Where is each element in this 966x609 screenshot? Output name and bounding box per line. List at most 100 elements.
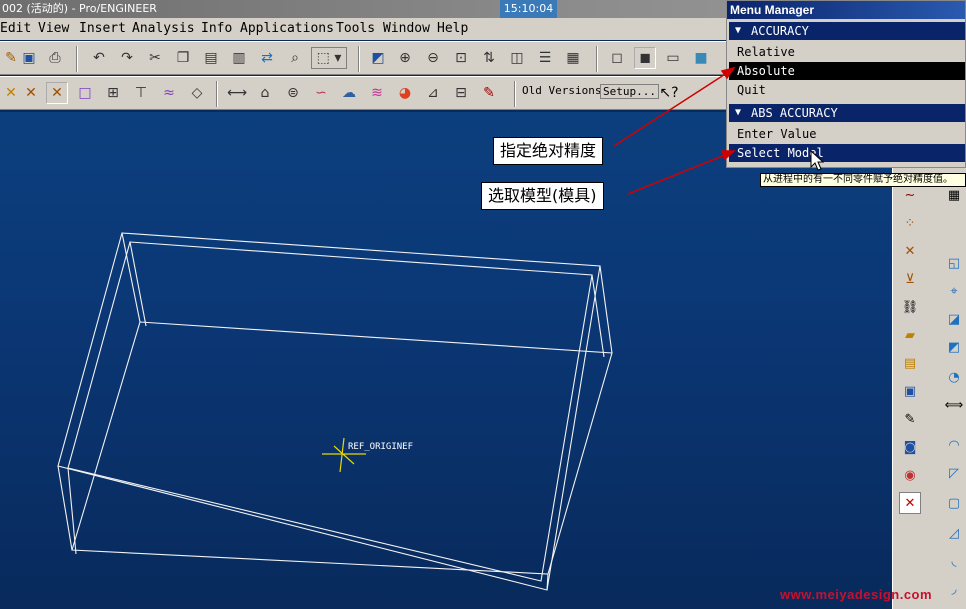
rib-icon[interactable]: ◟ — [943, 550, 965, 572]
old-versions-button[interactable]: Old Versions — [522, 84, 601, 97]
open-folder-icon[interactable]: ▰ — [899, 324, 921, 346]
find-icon[interactable]: ⌕ — [284, 47, 306, 69]
save-icon[interactable]: ▣ — [18, 47, 40, 69]
no-hidden-icon[interactable]: ▭ — [662, 47, 684, 69]
curve-icon[interactable]: ≈ — [158, 82, 180, 104]
collapse-triangle-icon: ▼ — [735, 25, 742, 36]
menu-manager: Menu Manager ▼ ACCURACY Relative Absolut… — [726, 0, 966, 168]
datum-csys-tool-icon[interactable]: ✕ — [899, 240, 921, 262]
datum-label: REF_ORIGINEF — [348, 442, 414, 452]
reflection-icon[interactable]: ✎ — [478, 82, 500, 104]
plane-icon[interactable]: ⊞ — [102, 82, 124, 104]
menu-window[interactable]: Window — [383, 21, 430, 36]
accuracy-header-label: ACCURACY — [751, 24, 809, 38]
datum-display-icon[interactable]: ✕ — [46, 82, 68, 104]
toolbar-divider — [358, 46, 360, 72]
dimension-icon[interactable]: ⟺ — [943, 394, 965, 416]
undo-icon[interactable]: ↶ — [88, 47, 110, 69]
menu-info[interactable]: Info — [201, 21, 232, 36]
redo-icon[interactable]: ↷ — [116, 47, 138, 69]
save-copy-icon[interactable]: ▣ — [899, 380, 921, 402]
window-title: 002 (活动的) - Pro/ENGINEER — [2, 2, 157, 15]
menu-item-quit[interactable]: Quit — [729, 81, 965, 99]
menu-view[interactable]: View — [38, 21, 69, 36]
saved-views-icon[interactable]: ◫ — [506, 47, 528, 69]
menu-manager-title: Menu Manager — [727, 1, 965, 19]
offset-csys-icon[interactable]: ⊻ — [899, 268, 921, 290]
wireframe-icon[interactable]: ◻ — [606, 47, 628, 69]
round-icon[interactable]: ◠ — [943, 434, 965, 456]
assemble-icon[interactable]: ▤ — [899, 352, 921, 374]
shell-icon[interactable]: ▢ — [943, 492, 965, 514]
slope-icon[interactable]: ⊿ — [422, 82, 444, 104]
menu-item-relative[interactable]: Relative — [729, 43, 965, 61]
color-icon[interactable]: ◉ — [899, 464, 921, 486]
split-icon[interactable]: ⌖ — [943, 280, 965, 302]
model-analysis-icon[interactable]: ⌂ — [254, 82, 276, 104]
edit-icon[interactable]: ✎ — [899, 408, 921, 430]
draft-analysis-icon[interactable]: ◕ — [394, 82, 416, 104]
graphics-window[interactable]: REF_ORIGINEF — [0, 112, 892, 609]
regenerate-icon[interactable]: ⇄ — [256, 47, 278, 69]
toolbar-divider — [216, 81, 218, 107]
zoom-out-icon[interactable]: ⊖ — [422, 47, 444, 69]
menu-insert[interactable]: Insert — [79, 21, 126, 36]
setup-button[interactable]: Setup... — [600, 84, 659, 99]
collapse-triangle-icon: ▼ — [735, 107, 742, 118]
datum-toolbar: ✕ ✕ ✕ □ ⊞ ⊤ ≈ ◇ ⟷ ⌂ ⊜ ∽ ☁ ≋ ◕ ⊿ ⊟ ✎ Old … — [0, 76, 730, 110]
cut-icon[interactable]: ✂ — [144, 47, 166, 69]
sketch-icon[interactable]: □ — [74, 82, 96, 104]
surface-analysis-icon[interactable]: ∽ — [310, 82, 332, 104]
menu-item-absolute[interactable]: Absolute — [729, 62, 965, 80]
menu-edit[interactable]: Edit — [0, 21, 31, 36]
dihedral-icon[interactable]: ⊟ — [450, 82, 472, 104]
sketched-curve-icon[interactable]: ∼ — [899, 184, 921, 206]
repaint-icon[interactable]: ◩ — [367, 47, 389, 69]
reorient-icon[interactable]: ⇅ — [478, 47, 500, 69]
datum-point-icon[interactable]: ✕ — [0, 82, 22, 104]
chamfer-icon[interactable]: ◸ — [943, 462, 965, 484]
parting-surface-icon[interactable]: ◱ — [943, 252, 965, 274]
paste-icon[interactable]: ▤ — [200, 47, 222, 69]
pattern-icon[interactable]: ◞ — [943, 578, 965, 600]
delete-icon[interactable]: ✕ — [899, 492, 921, 514]
context-help-icon[interactable]: ↖? — [658, 82, 680, 104]
table-icon[interactable]: ▦ — [943, 184, 965, 206]
surface-icon[interactable]: ◇ — [186, 82, 208, 104]
view-manager-icon[interactable]: ▦ — [562, 47, 584, 69]
print-icon[interactable]: ⎙ — [44, 47, 66, 69]
watermark: www.meiyadesign.com — [780, 587, 933, 602]
zoom-in-icon[interactable]: ⊕ — [394, 47, 416, 69]
refit-icon[interactable]: ⊡ — [450, 47, 472, 69]
menu-item-select-model[interactable]: Select Model — [729, 144, 965, 162]
menu-applications[interactable]: Applications — [240, 21, 334, 36]
copy-icon[interactable]: ❐ — [172, 47, 194, 69]
chain-icon[interactable]: ⛓ — [899, 296, 921, 318]
hidden-line-icon[interactable]: ◼ — [634, 47, 656, 69]
menu-item-enter-value[interactable]: Enter Value — [729, 125, 965, 143]
measure-icon[interactable]: ⟷ — [226, 82, 248, 104]
datum-csys-icon[interactable]: ✕ — [20, 82, 42, 104]
window-icon[interactable]: ◙ — [899, 436, 921, 458]
mold-box-edges — [57, 232, 613, 591]
paste-special-icon[interactable]: ▥ — [228, 47, 250, 69]
curve-analysis-icon[interactable]: ⊜ — [282, 82, 304, 104]
shading-icon[interactable]: ■ — [690, 47, 712, 69]
layers-icon[interactable]: ☰ — [534, 47, 556, 69]
offset-analysis-icon[interactable]: ☁ — [338, 82, 360, 104]
curvature-icon[interactable]: ≋ — [366, 82, 388, 104]
menu-tools[interactable]: Tools — [336, 21, 375, 36]
menu-analysis[interactable]: Analysis — [132, 21, 195, 36]
runner-icon[interactable]: ◪ — [943, 308, 965, 330]
mouse-cursor-icon — [810, 150, 825, 171]
abs-accuracy-header[interactable]: ▼ ABS ACCURACY — [729, 104, 965, 122]
model-wireframe — [57, 232, 613, 591]
sweep-icon[interactable]: ◔ — [943, 366, 965, 388]
selection-filter-dropdown[interactable]: ⬚ ▾ — [311, 47, 347, 69]
datum-point-tool-icon[interactable]: ⁘ — [899, 212, 921, 234]
menu-help[interactable]: Help — [437, 21, 468, 36]
accuracy-header[interactable]: ▼ ACCURACY — [729, 22, 965, 40]
extrude-icon[interactable]: ◩ — [943, 336, 965, 358]
draft-icon[interactable]: ◿ — [943, 522, 965, 544]
axis-icon[interactable]: ⊤ — [130, 82, 152, 104]
